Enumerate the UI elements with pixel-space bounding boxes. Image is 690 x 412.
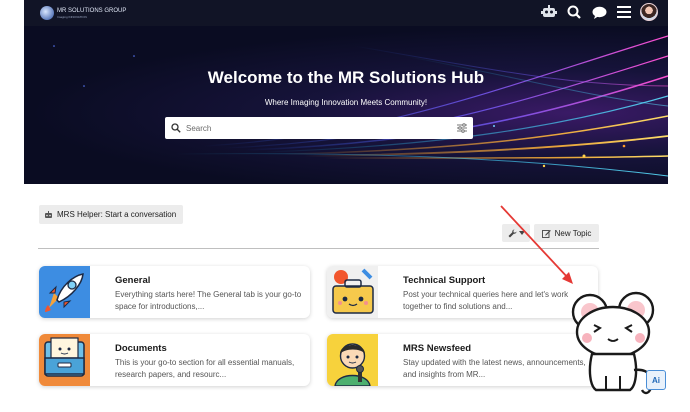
mrs-helper-button[interactable]: MRS Helper: Start a conversation — [39, 205, 184, 224]
filter-sliders-icon[interactable] — [457, 123, 467, 133]
page: MR SOLUTIONS GROUP Imaging INNOVATION We… — [0, 0, 690, 412]
wrench-icon — [508, 228, 517, 237]
category-title[interactable]: Documents — [115, 343, 167, 354]
user-avatar[interactable] — [640, 3, 658, 21]
category-card-mrs-newsfeed[interactable]: MRS Newsfeed Stay updated with the lates… — [327, 334, 598, 386]
top-nav-bar: MR SOLUTIONS GROUP Imaging INNOVATION — [24, 0, 668, 26]
hero-subtitle: Where Imaging Innovation Meets Community… — [264, 98, 428, 107]
logo-mark-icon — [40, 6, 54, 20]
admin-tools-dropdown[interactable] — [502, 224, 530, 242]
menu-icon[interactable] — [615, 3, 633, 21]
ai-assistant-badge[interactable]: Ai — [646, 370, 666, 390]
chat-icon[interactable] — [590, 3, 608, 21]
search-box[interactable] — [165, 117, 473, 139]
category-title[interactable]: Technical Support — [403, 275, 485, 286]
logo-tagline: Imaging INNOVATION — [57, 14, 87, 19]
edit-icon — [541, 229, 551, 238]
category-description: Post your technical queries here and let… — [403, 290, 569, 311]
header-icons — [540, 3, 658, 21]
search-icon — [171, 123, 181, 133]
category-description: Stay updated with the latest news, annou… — [403, 358, 586, 379]
category-title[interactable]: General — [115, 275, 150, 286]
category-card-general[interactable]: General Everything starts here! The Gene… — [39, 266, 310, 318]
hero-title: Welcome to the MR Solutions Hub — [207, 68, 485, 87]
chevron-down-icon — [518, 231, 525, 235]
toolbox-icon — [327, 266, 378, 318]
new-topic-label: New Topic — [554, 228, 592, 238]
site-logo[interactable]: MR SOLUTIONS GROUP Imaging INNOVATION — [40, 4, 126, 22]
category-title[interactable]: MRS Newsfeed — [403, 343, 471, 354]
category-description: Everything starts here! The General tab … — [115, 290, 302, 311]
category-description: This is your go-to section for all essen… — [115, 358, 295, 379]
filing-cabinet-icon — [39, 334, 90, 386]
logo-text: MR SOLUTIONS GROUP — [57, 7, 127, 14]
robot-icon[interactable] — [540, 3, 558, 21]
search-input[interactable] — [186, 123, 446, 133]
category-card-technical-support[interactable]: Technical Support Post your technical qu… — [327, 266, 598, 318]
section-divider — [38, 248, 599, 249]
rocket-icon — [39, 266, 90, 318]
ai-badge-label: Ai — [652, 375, 660, 385]
mrs-helper-label: MRS Helper: Start a conversation — [57, 210, 177, 219]
new-topic-button[interactable]: New Topic — [534, 224, 599, 242]
hero-banner: Welcome to the MR Solutions Hub Where Im… — [24, 26, 668, 184]
category-card-documents[interactable]: Documents This is your go-to section for… — [39, 334, 310, 386]
reporter-icon — [327, 334, 378, 386]
robot-icon — [45, 210, 52, 218]
search-icon[interactable] — [565, 3, 583, 21]
